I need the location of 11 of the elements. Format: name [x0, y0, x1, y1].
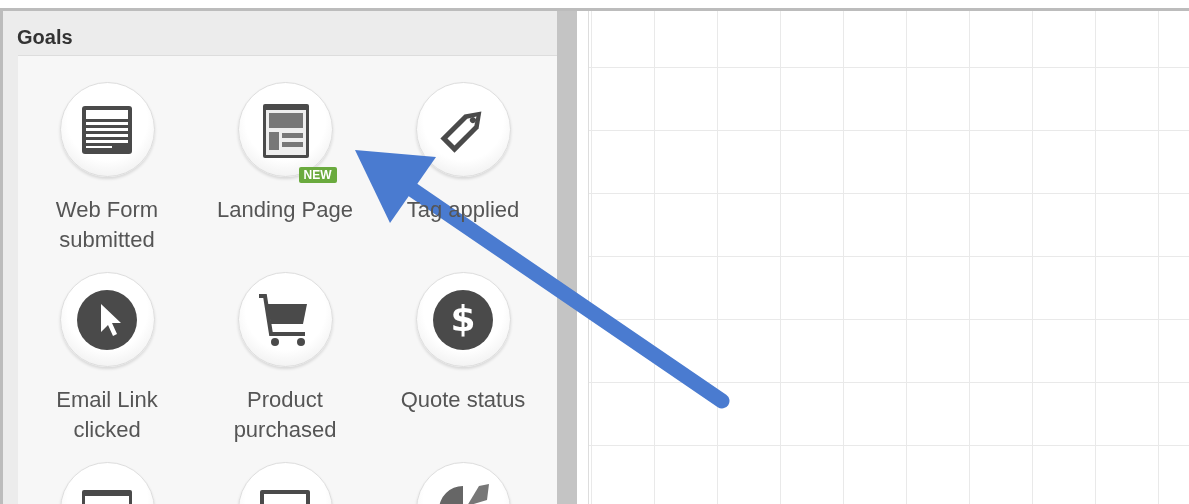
cursor-icon: [77, 289, 137, 350]
new-badge: NEW: [298, 166, 337, 183]
goal-label: Web Form submitted: [54, 196, 160, 254]
panel-title: Goals: [16, 25, 74, 50]
goal-label: Product purchased: [232, 386, 338, 444]
goal-label: Quote status: [400, 386, 526, 414]
dollar-sign: $: [450, 300, 476, 337]
goal-label: Landing Page: [217, 196, 353, 224]
dollar-icon: [433, 289, 493, 350]
goal-tile-button[interactable]: $: [415, 272, 511, 367]
goal-label: Email Link clicked: [55, 386, 159, 444]
